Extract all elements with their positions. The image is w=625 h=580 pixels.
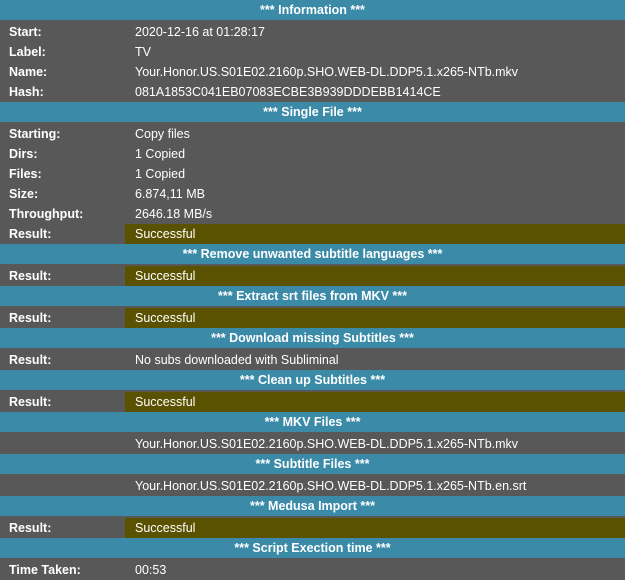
report-row: Result: Successful <box>0 518 625 538</box>
section-header: *** Subtitle Files *** <box>0 454 625 476</box>
row-value: 00:53 <box>135 563 167 577</box>
row-key: Time Taken: <box>9 563 81 577</box>
report-row: Result: Successful <box>0 308 625 328</box>
report-row: Dirs: 1 Copied <box>0 144 625 164</box>
row-key: Result: <box>9 395 52 409</box>
row-key: Throughput: <box>9 207 84 221</box>
report-row: Your.Honor.US.S01E02.2160p.SHO.WEB-DL.DD… <box>0 434 625 454</box>
section-header: *** Remove unwanted subtitle languages *… <box>0 244 625 266</box>
report-row: Throughput: 2646.18 MB/s <box>0 204 625 224</box>
section-header: *** MKV Files *** <box>0 412 625 434</box>
report-row: Start: 2020-12-16 at 01:28:17 <box>0 22 625 42</box>
report-section: *** Remove unwanted subtitle languages *… <box>0 244 625 286</box>
result-success-value: Successful <box>125 518 625 538</box>
row-value: Your.Honor.US.S01E02.2160p.SHO.WEB-DL.DD… <box>135 479 527 493</box>
row-key: Dirs: <box>9 147 38 161</box>
section-header: *** Download missing Subtitles *** <box>0 328 625 350</box>
row-value: 1 Copied <box>135 147 186 161</box>
report-row: Result: Successful <box>0 392 625 412</box>
row-key: Size: <box>9 187 39 201</box>
result-success-value: Successful <box>125 308 625 328</box>
row-value: 081A1853C041EB07083ECBE3B939DDDEBB1414CE <box>135 85 441 99</box>
section-header: *** Extract srt files from MKV *** <box>0 286 625 308</box>
row-value: 2020-12-16 at 01:28:17 <box>135 25 265 39</box>
report-row: Hash: 081A1853C041EB07083ECBE3B939DDDEBB1… <box>0 82 625 102</box>
section-header: *** Information *** <box>0 0 625 22</box>
row-value: Your.Honor.US.S01E02.2160p.SHO.WEB-DL.DD… <box>135 65 519 79</box>
report-section: *** Subtitle Files *** Your.Honor.US.S01E… <box>0 454 625 496</box>
row-value: No subs downloaded with Subliminal <box>135 353 339 367</box>
row-key: Result: <box>9 521 52 535</box>
section-header: *** Medusa Import *** <box>0 496 625 518</box>
row-key: Files: <box>9 167 42 181</box>
row-value: 1 Copied <box>135 167 186 181</box>
row-value: Copy files <box>135 127 190 141</box>
report-row: Files: 1 Copied <box>0 164 625 184</box>
row-key: Name: <box>9 65 48 79</box>
section-header: *** Script Exection time *** <box>0 538 625 560</box>
report-row: Name: Your.Honor.US.S01E02.2160p.SHO.WEB-… <box>0 62 625 82</box>
section-header: *** Single File *** <box>0 102 625 124</box>
row-key: Start: <box>9 25 42 39</box>
report-row: Time Taken: 00:53 <box>0 560 625 580</box>
report-row: Result: No subs downloaded with Sublimina… <box>0 350 625 370</box>
report-row: Label: TV <box>0 42 625 62</box>
report-section: *** MKV Files *** Your.Honor.US.S01E02.21… <box>0 412 625 454</box>
report-row: Result: Successful <box>0 224 625 244</box>
row-value: 2646.18 MB/s <box>135 207 213 221</box>
row-key: Starting: <box>9 127 61 141</box>
row-key: Result: <box>9 269 52 283</box>
result-success-value: Successful <box>125 392 625 412</box>
row-value: 6.874,11 MB <box>135 187 205 201</box>
report-section: *** Medusa Import *** Result: Successful <box>0 496 625 538</box>
report-section: *** Clean up Subtitles *** Result: Success… <box>0 370 625 412</box>
row-key: Result: <box>9 353 52 367</box>
report-section: *** Information *** Start: 2020-12-16 at 0… <box>0 0 625 102</box>
section-header: *** Clean up Subtitles *** <box>0 370 625 392</box>
row-key <box>0 476 125 496</box>
result-success-value: Successful <box>125 224 625 244</box>
row-key: Hash: <box>9 85 44 99</box>
result-success-value: Successful <box>125 266 625 286</box>
report-section: *** Extract srt files from MKV *** Result… <box>0 286 625 328</box>
row-key <box>0 434 125 454</box>
row-key: Result: <box>9 227 52 241</box>
report-row: Your.Honor.US.S01E02.2160p.SHO.WEB-DL.DD… <box>0 476 625 496</box>
report-section: *** Single File *** Starting: Copy files Di… <box>0 102 625 244</box>
row-key: Result: <box>9 311 52 325</box>
report-row: Starting: Copy files <box>0 124 625 144</box>
report-row: Result: Successful <box>0 266 625 286</box>
report-section: *** Download missing Subtitles *** Result… <box>0 328 625 370</box>
report-section: *** Script Exection time *** Time Taken: 0… <box>0 538 625 580</box>
row-value: Your.Honor.US.S01E02.2160p.SHO.WEB-DL.DD… <box>135 437 519 451</box>
row-key: Label: <box>9 45 46 59</box>
row-value: TV <box>135 45 151 59</box>
report: *** Information *** Start: 2020-12-16 at 0… <box>0 0 625 580</box>
report-row: Size: 6.874,11 MB <box>0 184 625 204</box>
